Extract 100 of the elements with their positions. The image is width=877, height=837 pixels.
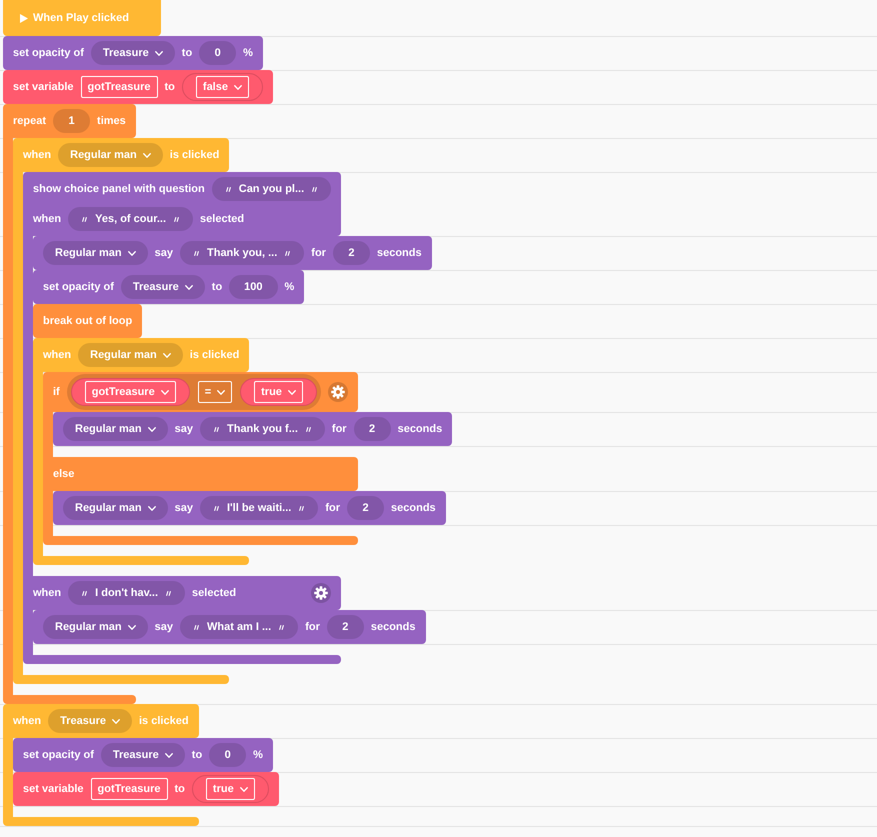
block-label: for <box>311 246 326 261</box>
block-label: to <box>164 80 175 95</box>
chevron-down-icon <box>217 390 226 394</box>
quote-icon <box>174 216 180 222</box>
quote-icon <box>166 590 172 596</box>
block-label: when <box>43 348 72 363</box>
number-input[interactable]: 1 <box>53 109 90 133</box>
command-block[interactable]: set opacity of Treasure to 100 % <box>33 270 304 304</box>
number-input[interactable]: 0 <box>209 743 246 767</box>
block-label: set variable <box>23 782 84 797</box>
text-input[interactable]: I don't hav... <box>68 581 186 605</box>
chevron-down-icon <box>162 352 171 358</box>
command-block[interactable]: Regular man say What am I ... for 2 seconds <box>33 610 426 644</box>
dropdown-field[interactable]: true <box>254 381 303 403</box>
block-label: % <box>284 280 294 295</box>
block-label: if <box>53 384 60 400</box>
block-label: set opacity of <box>23 748 94 763</box>
block-label: to <box>182 46 192 61</box>
dropdown-menu[interactable]: Regular man <box>63 417 168 441</box>
chevron-down-icon <box>240 786 248 792</box>
block-label: times <box>97 114 126 129</box>
block-label: is clicked <box>190 348 240 363</box>
command-block[interactable]: set variable gotTreasure to true <box>13 772 279 806</box>
quote-icon <box>194 624 199 630</box>
chevron-down-icon <box>154 50 163 56</box>
quote-icon <box>214 506 219 510</box>
number-input[interactable]: 100 <box>229 275 278 299</box>
text-input[interactable]: Can you pl... <box>212 177 332 201</box>
number-input[interactable]: 2 <box>354 417 391 441</box>
dropdown-menu[interactable]: Regular man <box>43 615 148 639</box>
dropdown-menu[interactable]: Treasure <box>90 41 175 65</box>
block-label: seconds <box>376 246 422 261</box>
dropdown-field[interactable]: true <box>206 778 255 800</box>
reporter-block[interactable]: gotTreasure <box>70 378 190 406</box>
block-label: seconds <box>370 620 416 635</box>
block-label: seconds <box>391 500 436 516</box>
command-block[interactable]: Regular man say Thank you f... for 2 seconds <box>53 412 452 446</box>
block-label: for <box>325 500 340 516</box>
block-label: to <box>212 280 222 295</box>
c-block[interactable]: when Regular man is clicked if gotTreasure = true Regular man say Thank you f... for 2 seconds else Regular man say I'll be waiti... for 2 seconds <box>33 338 452 565</box>
block-label: say <box>174 422 193 437</box>
c-block[interactable]: when Treasure is clicked set opacity of Treasure to 0 % set variable gotTreasure to true <box>3 704 279 826</box>
chevron-down-icon <box>288 390 296 394</box>
block-label: for <box>332 422 347 437</box>
block-label: when <box>23 148 52 163</box>
reporter-block[interactable]: true <box>192 775 269 803</box>
block-label: to <box>192 748 202 763</box>
quote-icon <box>299 506 304 510</box>
dropdown-menu[interactable]: Regular man <box>43 241 148 265</box>
text-input[interactable]: I'll be waiti... <box>200 496 318 520</box>
quote-icon <box>285 250 290 256</box>
quote-icon <box>82 216 88 222</box>
block-label: when <box>33 586 62 601</box>
reporter-block[interactable]: false <box>182 73 263 101</box>
block-label: set opacity of <box>13 46 84 61</box>
dropdown-menu[interactable]: Treasure <box>100 743 185 767</box>
number-input[interactable]: 0 <box>199 41 236 65</box>
command-block[interactable]: Regular man say Thank you, ... for 2 seconds <box>33 236 432 270</box>
text-input[interactable]: Thank you, ... <box>180 241 304 265</box>
dropdown-field[interactable]: false <box>196 76 249 98</box>
command-block[interactable]: set opacity of Treasure to 0 % <box>13 738 273 772</box>
block-label: say <box>154 620 173 635</box>
variable-field[interactable]: gotTreasure <box>80 76 158 98</box>
quote-icon <box>279 624 284 630</box>
text-input[interactable]: Thank you f... <box>200 417 325 441</box>
block-label: to <box>174 782 185 797</box>
block-label: When Play clicked <box>33 10 129 26</box>
block-label: is clicked <box>139 714 189 729</box>
reporter-block[interactable]: true <box>240 378 317 406</box>
chevron-down-icon <box>128 624 136 630</box>
block-label: selected <box>200 212 244 227</box>
number-input[interactable]: 2 <box>347 496 384 520</box>
gear-icon[interactable] <box>328 382 348 402</box>
text-input[interactable]: Yes, of cour... <box>68 207 194 231</box>
dropdown-field[interactable]: gotTreasure <box>84 381 176 403</box>
c-block[interactable]: if gotTreasure = true Regular man say Thank you f... for 2 seconds else Regular man say I'll be waiti... for 2 seconds <box>43 372 452 545</box>
block-label: say <box>154 246 173 261</box>
dropdown-menu[interactable]: Treasure <box>120 275 205 299</box>
quote-icon <box>226 186 231 192</box>
quote-icon <box>82 590 88 596</box>
quote-icon <box>194 250 199 256</box>
dropdown-menu[interactable]: Regular man <box>63 496 168 520</box>
block-label: % <box>253 748 263 763</box>
command-block[interactable]: set variable gotTreasure to false <box>3 70 273 104</box>
block-label: show choice panel with question <box>33 182 205 197</box>
block-label: when <box>13 714 42 729</box>
block-label: else <box>53 466 74 482</box>
chevron-down-icon <box>112 718 120 724</box>
chevron-down-icon <box>160 390 169 394</box>
number-input[interactable]: 2 <box>332 241 370 265</box>
block-label: say <box>174 500 193 516</box>
variable-field[interactable]: gotTreasure <box>90 778 168 800</box>
command-block[interactable]: Regular man say I'll be waiti... for 2 seconds <box>53 491 446 525</box>
number-input[interactable]: 2 <box>326 615 364 639</box>
gear-icon[interactable] <box>311 583 332 603</box>
command-block[interactable]: set opacity of Treasure to 0 % <box>3 36 263 70</box>
quote-icon <box>312 186 318 192</box>
dropdown-field[interactable]: = <box>198 381 232 403</box>
text-input[interactable]: What am I ... <box>180 615 298 639</box>
block-label: selected <box>192 586 236 601</box>
